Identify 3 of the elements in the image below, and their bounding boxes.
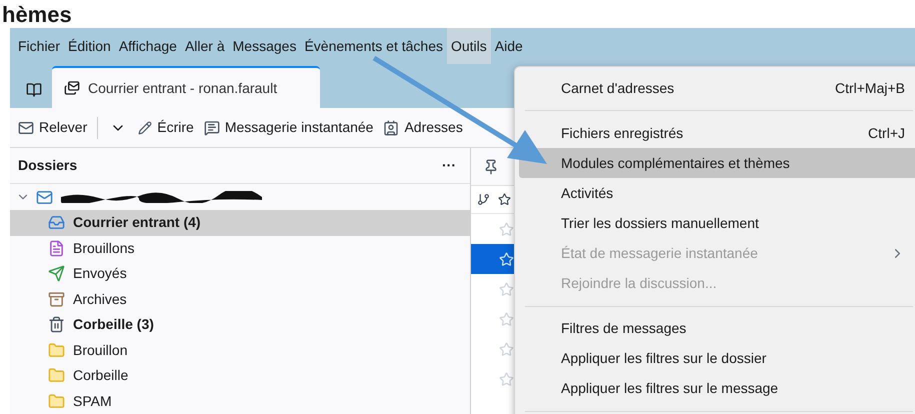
pane-title: Dossiers — [18, 156, 78, 175]
page-heading: hèmes — [1, 2, 72, 28]
tab-title: Courrier entrant - ronan.farault — [88, 78, 278, 98]
